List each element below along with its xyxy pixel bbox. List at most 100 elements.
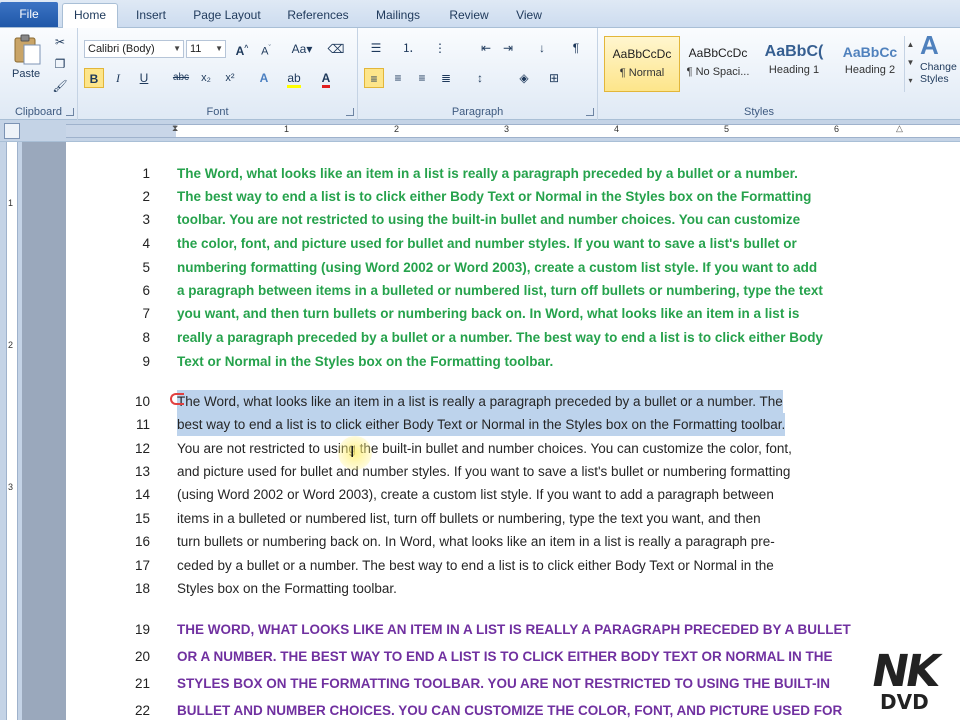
document-line[interactable]: 11 best way to end a list is to click eit… bbox=[66, 413, 960, 436]
style-heading-1[interactable]: AaBbC( Heading 1 bbox=[756, 36, 832, 92]
horizontal-ruler[interactable]: 1 2 3 4 5 6 ⧗ △ bbox=[66, 123, 960, 138]
line-text[interactable]: turn bullets or numbering back on. In Wo… bbox=[177, 530, 775, 553]
tab-references[interactable]: References bbox=[278, 4, 358, 26]
strikethrough-button[interactable]: abc bbox=[170, 68, 192, 88]
style-heading-2[interactable]: AaBbCc Heading 2 bbox=[832, 36, 908, 92]
line-text[interactable]: STYLES BOX ON THE FORMATTING TOOLBAR. YO… bbox=[177, 672, 830, 695]
decrease-indent-icon[interactable]: ⇤ bbox=[476, 38, 496, 58]
line-text[interactable]: best way to end a list is to click eithe… bbox=[177, 413, 786, 436]
tab-page-layout[interactable]: Page Layout bbox=[186, 4, 268, 26]
font-launcher-icon[interactable] bbox=[346, 108, 354, 116]
change-case-icon[interactable]: Aa▾ bbox=[288, 39, 316, 59]
italic-button[interactable]: I bbox=[108, 68, 128, 88]
clear-formatting-icon[interactable]: ⌫ bbox=[326, 39, 346, 59]
document-line[interactable]: 1 The Word, what looks like an item in a … bbox=[66, 162, 960, 185]
style-normal[interactable]: AaBbCcDc ¶ Normal bbox=[604, 36, 680, 92]
document-line[interactable]: 17 ceded by a bullet or a number. The bes… bbox=[66, 554, 960, 577]
highlight-icon[interactable]: ab bbox=[284, 68, 304, 88]
text-effects-icon[interactable]: A bbox=[254, 68, 274, 88]
shrink-font-icon[interactable]: Aˇ bbox=[256, 39, 276, 59]
cut-icon[interactable]: ✂ bbox=[50, 32, 70, 52]
document-line[interactable]: 2 The best way to end a list is to click … bbox=[66, 185, 960, 208]
increase-indent-icon[interactable]: ⇥ bbox=[498, 38, 518, 58]
copy-icon[interactable]: ❐ bbox=[50, 54, 70, 74]
line-text[interactable]: items in a bulleted or numbered list, tu… bbox=[177, 507, 761, 530]
line-text[interactable]: The best way to end a list is to click e… bbox=[177, 185, 811, 208]
line-text[interactable]: a paragraph between items in a bulleted … bbox=[177, 279, 823, 302]
line-text[interactable]: You are not restricted to using the buil… bbox=[177, 437, 792, 460]
paste-icon[interactable] bbox=[12, 34, 42, 66]
line-text[interactable]: Styles box on the Formatting toolbar. bbox=[177, 577, 397, 600]
superscript-button[interactable]: x² bbox=[220, 68, 240, 88]
tab-insert[interactable]: Insert bbox=[124, 4, 178, 26]
line-text[interactable]: the color, font, and picture used for bu… bbox=[177, 232, 797, 255]
line-text[interactable]: OR A NUMBER. THE BEST WAY TO END A LIST … bbox=[177, 645, 833, 668]
right-indent-marker-icon[interactable]: △ bbox=[896, 123, 903, 134]
style-no-spacing[interactable]: AaBbCcDc ¶ No Spaci... bbox=[680, 36, 756, 92]
line-text[interactable]: The Word, what looks like an item in a l… bbox=[177, 390, 783, 413]
document-line[interactable]: 22 BULLET AND NUMBER CHOICES. YOU CAN CUS… bbox=[66, 699, 960, 720]
line-text[interactable]: and picture used for bullet and number s… bbox=[177, 460, 790, 483]
show-formatting-icon[interactable]: ¶ bbox=[566, 38, 586, 58]
line-text[interactable]: toolbar. You are not restricted to using… bbox=[177, 208, 800, 231]
line-text[interactable]: really a paragraph preceded by a bullet … bbox=[177, 326, 823, 349]
document-line[interactable]: 5 numbering formatting (using Word 2002 o… bbox=[66, 256, 960, 279]
align-center-button[interactable]: ≡ bbox=[388, 68, 408, 88]
line-spacing-icon[interactable]: ↕ bbox=[470, 68, 490, 88]
document-line[interactable]: 7 you want, and then turn bullets or numb… bbox=[66, 302, 960, 325]
tab-home[interactable]: Home bbox=[62, 3, 118, 28]
document-line[interactable]: 19 THE WORD, WHAT LOOKS LIKE AN ITEM IN A… bbox=[66, 618, 960, 641]
line-text[interactable]: ceded by a bullet or a number. The best … bbox=[177, 554, 774, 577]
paragraph-launcher-icon[interactable] bbox=[586, 108, 594, 116]
vertical-ruler[interactable]: 1 2 3 bbox=[0, 142, 22, 720]
line-text[interactable]: numbering formatting (using Word 2002 or… bbox=[177, 256, 817, 279]
document-line[interactable]: 16 turn bullets or numbering back on. In … bbox=[66, 530, 960, 553]
multilevel-list-icon[interactable]: ⋮ bbox=[430, 38, 450, 58]
document-line[interactable]: 9 Text or Normal in the Styles box on the… bbox=[66, 350, 960, 373]
underline-button[interactable]: U bbox=[134, 68, 154, 88]
font-size-dropdown[interactable]: 11 ▼ bbox=[186, 40, 226, 58]
font-name-dropdown[interactable]: Calibri (Body) ▼ bbox=[84, 40, 184, 58]
line-text[interactable]: you want, and then turn bullets or numbe… bbox=[177, 302, 799, 325]
align-left-button[interactable]: ≡ bbox=[364, 68, 384, 88]
line-text[interactable]: The Word, what looks like an item in a l… bbox=[177, 162, 798, 185]
bullets-icon[interactable]: ☰ bbox=[366, 38, 386, 58]
document-line[interactable]: 12 You are not restricted to using the bu… bbox=[66, 437, 960, 460]
paste-label[interactable]: Paste bbox=[12, 68, 40, 80]
font-color-icon[interactable]: A bbox=[316, 68, 336, 88]
document-line[interactable]: 15 items in a bulleted or numbered list, … bbox=[66, 507, 960, 530]
document-line[interactable]: 18 Styles box on the Formatting toolbar. bbox=[66, 577, 960, 600]
shading-icon[interactable]: ◈ bbox=[514, 68, 534, 88]
subscript-button[interactable]: x₂ bbox=[196, 68, 216, 88]
line-text[interactable]: BULLET AND NUMBER CHOICES. YOU CAN CUSTO… bbox=[177, 699, 842, 720]
clipboard-launcher-icon[interactable] bbox=[66, 108, 74, 116]
borders-icon[interactable]: ⊞ bbox=[544, 68, 564, 88]
indent-marker-icon[interactable]: ⧗ bbox=[172, 123, 178, 134]
document-page[interactable]: 1 The Word, what looks like an item in a … bbox=[66, 142, 960, 720]
document-line[interactable]: 6 a paragraph between items in a bulleted… bbox=[66, 279, 960, 302]
document-line[interactable]: 21 STYLES BOX ON THE FORMATTING TOOLBAR. … bbox=[66, 672, 960, 695]
document-line[interactable]: 4 the color, font, and picture used for b… bbox=[66, 232, 960, 255]
bold-button[interactable]: B bbox=[84, 68, 104, 88]
line-text[interactable]: THE WORD, WHAT LOOKS LIKE AN ITEM IN A L… bbox=[177, 618, 851, 641]
justify-button[interactable]: ≣ bbox=[436, 68, 456, 88]
document-line[interactable]: 3 toolbar. You are not restricted to usin… bbox=[66, 208, 960, 231]
align-right-button[interactable]: ≡ bbox=[412, 68, 432, 88]
document-line[interactable]: 14 (using Word 2002 or Word 2003), create… bbox=[66, 483, 960, 506]
tab-mailings[interactable]: Mailings bbox=[366, 4, 430, 26]
tab-view[interactable]: View bbox=[506, 4, 552, 26]
format-painter-icon[interactable]: 🖌 bbox=[50, 76, 70, 96]
document-line[interactable]: 13 and picture used for bullet and number… bbox=[66, 460, 960, 483]
numbering-icon[interactable]: ⒈ bbox=[398, 38, 418, 58]
line-text[interactable]: Text or Normal in the Styles box on the … bbox=[177, 350, 553, 373]
tab-review[interactable]: Review bbox=[440, 4, 498, 26]
styles-scroll[interactable]: ▲ ▼ ▾ bbox=[904, 36, 916, 92]
document-line[interactable]: 8 really a paragraph preceded by a bullet… bbox=[66, 326, 960, 349]
document-line[interactable]: 10 The Word, what looks like an item in a… bbox=[66, 390, 960, 413]
line-text[interactable]: (using Word 2002 or Word 2003), create a… bbox=[177, 483, 774, 506]
grow-font-icon[interactable]: A^ bbox=[232, 39, 252, 59]
sort-icon[interactable]: ↓ bbox=[532, 38, 552, 58]
tab-file[interactable]: File bbox=[0, 2, 58, 27]
change-styles-button[interactable]: A Change Styles bbox=[920, 30, 960, 100]
tab-selector-icon[interactable] bbox=[4, 123, 20, 139]
